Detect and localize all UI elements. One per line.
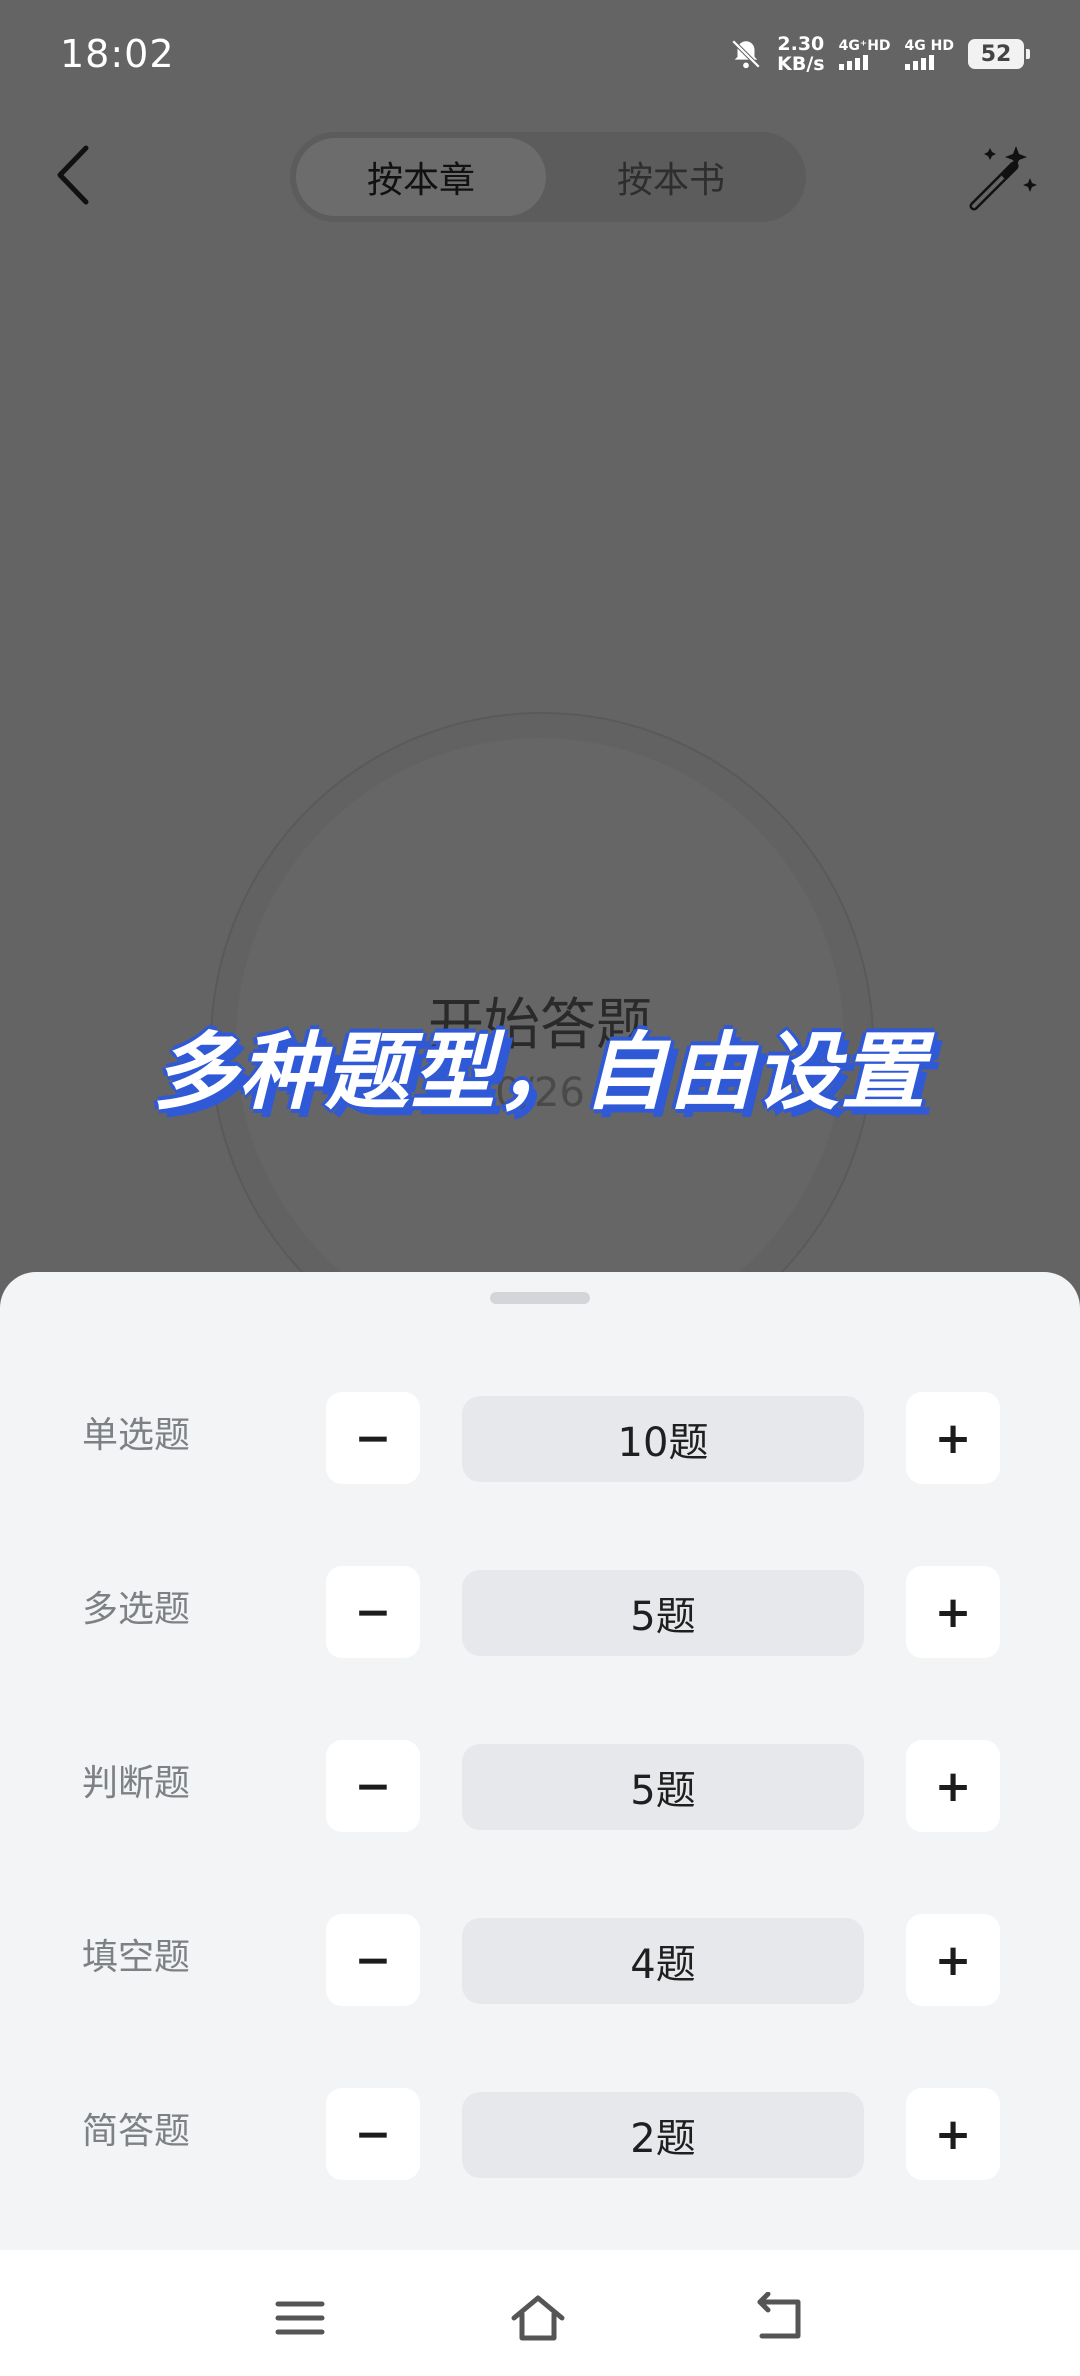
speed-unit: KB/s [777,53,825,75]
row-true-false: 判断题 − 5题 + [0,1734,1080,1834]
decrease-button[interactable]: − [326,1740,420,1832]
sim2-label: 4G HD [904,38,954,54]
sim1-label: 4G⁺HD [838,38,891,54]
status-bar: 18:02 2.30 KB/s 4G⁺HD 4G HD 52 [0,0,1080,110]
row-single-choice: 单选题 − 10题 + [0,1386,1080,1486]
sim1-signal: 4G⁺HD [838,38,891,70]
row-multiple-choice: 多选题 − 5题 + [0,1560,1080,1660]
decrease-button[interactable]: − [326,1392,420,1484]
tab-by-book[interactable]: 按本书 [546,138,796,216]
row-fill-blank: 填空题 − 4题 + [0,1908,1080,2008]
increase-button[interactable]: + [906,1914,1000,2006]
count-value: 5题 [462,1744,864,1830]
network-speed: 2.30 KB/s [777,34,824,74]
count-value: 2题 [462,2092,864,2178]
row-label: 单选题 [82,1415,191,1456]
row-label: 填空题 [82,1937,191,1978]
status-time: 18:02 [60,32,175,76]
speed-value: 2.30 [777,33,825,55]
magic-wand-icon[interactable] [964,140,1040,216]
battery-level: 52 [980,41,1012,67]
count-value: 10题 [462,1396,864,1482]
count-value: 5题 [462,1570,864,1656]
promo-caption: 多种题型，自由设置 [152,1023,927,1121]
back-icon[interactable] [752,2292,808,2344]
signal-bars-icon [838,54,868,70]
row-label: 多选题 [82,1589,191,1630]
tab-by-chapter[interactable]: 按本章 [296,138,546,216]
increase-button[interactable]: + [906,2088,1000,2180]
system-nav-bar [0,2250,1080,2376]
menu-icon[interactable] [272,2292,328,2344]
row-label: 判断题 [82,1763,191,1804]
sim2-signal: 4G HD [904,38,954,70]
increase-button[interactable]: + [906,1566,1000,1658]
decrease-button[interactable]: − [326,2088,420,2180]
back-arrow-icon[interactable] [48,140,98,210]
status-icons: 2.30 KB/s 4G⁺HD 4G HD 52 [729,34,1030,74]
decrease-button[interactable]: − [326,1914,420,2006]
sheet-drag-handle[interactable] [490,1292,590,1304]
increase-button[interactable]: + [906,1740,1000,1832]
row-short-answer: 简答题 − 2题 + [0,2082,1080,2182]
battery-icon: 52 [968,39,1030,69]
question-type-sheet: 单选题 − 10题 + 多选题 − 5题 + 判断题 − 5题 + 填空题 − … [0,1272,1080,2250]
bell-off-icon [731,39,761,69]
increase-button[interactable]: + [906,1392,1000,1484]
scope-segmented-control: 按本章 按本书 [290,132,806,222]
decrease-button[interactable]: − [326,1566,420,1658]
home-icon[interactable] [510,2292,566,2344]
signal-bars-icon [904,54,934,70]
row-label: 简答题 [82,2111,191,2152]
count-value: 4题 [462,1918,864,2004]
